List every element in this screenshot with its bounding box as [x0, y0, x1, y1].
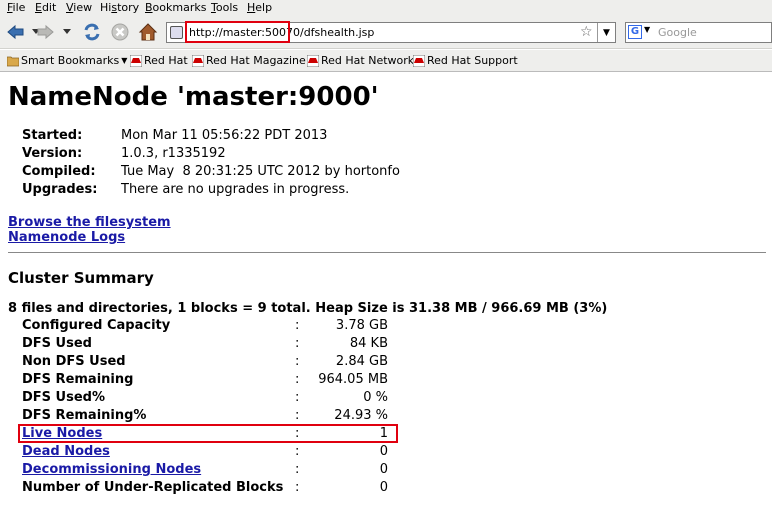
summary-label: Non DFS Used [22, 354, 126, 369]
page-title: NameNode 'master:9000' [8, 82, 379, 112]
info-value: Mon Mar 11 05:56:22 PDT 2013 [121, 128, 328, 143]
summary-value: 84 KB [349, 336, 388, 351]
home-icon [138, 23, 158, 41]
bookmark-red-hat-network[interactable]: Red Hat Network [307, 54, 414, 67]
forward-history-dropdown[interactable] [60, 21, 74, 43]
summary-row-configured-capacity: Configured Capacity: 3.78 GB [22, 318, 402, 336]
bookmark-star-icon[interactable]: ☆ [580, 24, 593, 40]
separator: : [295, 318, 300, 333]
info-key: Compiled: [22, 164, 96, 179]
red-hat-icon [192, 54, 204, 67]
forward-arrow-icon [37, 24, 54, 40]
separator: : [295, 336, 300, 351]
info-value: There are no upgrades in progress. [121, 182, 350, 197]
separator: : [295, 462, 300, 477]
red-hat-icon [413, 54, 425, 67]
bookmark-red-hat-support[interactable]: Red Hat Support [413, 54, 518, 67]
menu-help[interactable]: Help [247, 1, 272, 14]
info-value: Tue May 8 20:31:25 UTC 2012 by hortonfo [121, 164, 400, 179]
separator: : [295, 372, 300, 387]
chevron-down-icon [63, 29, 71, 34]
forward-button[interactable] [34, 21, 56, 43]
summary-row-number-of-under-replicated-blocks: Number of Under-Replicated Blocks: 0 [22, 480, 402, 498]
page-content: NameNode 'master:9000' Started: Mon Mar … [0, 73, 772, 514]
live-nodes-highlight [18, 424, 398, 443]
namenode-logs-link[interactable]: Namenode Logs [8, 230, 125, 245]
cluster-summary-heading: Cluster Summary [8, 269, 154, 287]
reload-button[interactable] [80, 21, 104, 43]
home-button[interactable] [136, 21, 160, 43]
chevron-down-icon: ▼ [121, 56, 128, 65]
info-value: 1.0.3, r1335192 [121, 146, 226, 161]
page-identity-icon[interactable] [170, 26, 183, 39]
summary-row-non-dfs-used: Non DFS Used: 2.84 GB [22, 354, 402, 372]
summary-link[interactable]: Dead Nodes [22, 444, 110, 459]
back-button[interactable] [4, 21, 28, 43]
search-input[interactable]: Google [658, 26, 697, 39]
red-hat-icon [130, 54, 142, 67]
address-dropdown-button[interactable]: ▼ [597, 23, 615, 42]
reload-icon [84, 23, 100, 41]
separator: : [295, 354, 300, 369]
bookmark-red-hat-magazine[interactable]: Red Hat Magazine [192, 54, 306, 67]
summary-label: DFS Used% [22, 390, 106, 405]
summary-value: 2.84 GB [335, 354, 388, 369]
summary-value: 0 [379, 480, 388, 495]
summary-value: 0 [379, 444, 388, 459]
summary-label: Configured Capacity [22, 318, 171, 333]
menu-edit[interactable]: Edit [35, 1, 56, 14]
chevron-down-icon[interactable]: ▼ [644, 25, 650, 34]
separator: : [295, 444, 300, 459]
summary-row-dead-nodes: Dead Nodes: 0 [22, 444, 402, 462]
summary-label: DFS Remaining% [22, 408, 147, 423]
stop-icon [111, 23, 129, 41]
url-port-highlight [185, 21, 290, 43]
bookmark-label: Red Hat [144, 54, 188, 67]
red-hat-icon [307, 54, 319, 67]
menu-view[interactable]: View [66, 1, 92, 14]
separator: : [295, 480, 300, 495]
summary-link[interactable]: Decommissioning Nodes [22, 462, 201, 477]
summary-value: 24.93 % [334, 408, 388, 423]
summary-value: 0 [379, 462, 388, 477]
summary-value: 0 % [363, 390, 388, 405]
summary-label: Number of Under-Replicated Blocks [22, 480, 284, 495]
menu-tools[interactable]: Tools [211, 1, 238, 14]
summary-value: 3.78 GB [335, 318, 388, 333]
info-key: Version: [22, 146, 83, 161]
search-box[interactable]: G ▼ Google [625, 22, 772, 43]
summary-row-dfs-used: DFS Used%: 0 % [22, 390, 402, 408]
menu-bookmarks[interactable]: Bookmarks [145, 1, 206, 14]
separator: : [295, 390, 300, 405]
menu-bar: File Edit View History Bookmarks Tools H… [0, 0, 772, 16]
google-icon[interactable]: G [628, 25, 642, 39]
divider [8, 252, 766, 253]
bookmarks-toolbar: Smart Bookmarks ▼ Red Hat Red Hat Magazi… [0, 50, 772, 72]
menu-file[interactable]: File [7, 1, 25, 14]
stop-button[interactable] [108, 21, 132, 43]
summary-row-dfs-used: DFS Used: 84 KB [22, 336, 402, 354]
summary-label: DFS Remaining [22, 372, 134, 387]
info-key: Upgrades: [22, 182, 98, 197]
folder-icon [7, 56, 19, 66]
summary-row-dfs-remaining: DFS Remaining: 964.05 MB [22, 372, 402, 390]
info-key: Started: [22, 128, 83, 143]
bookmark-label: Red Hat Magazine [206, 54, 306, 67]
bookmark-label: Red Hat Network [321, 54, 415, 67]
bookmark-red-hat[interactable]: Red Hat [130, 54, 188, 67]
back-arrow-icon [7, 24, 24, 40]
summary-label: DFS Used [22, 336, 92, 351]
separator: : [295, 408, 300, 423]
bookmark-smart-bookmarks[interactable]: Smart Bookmarks ▼ [7, 54, 127, 67]
bookmark-label: Smart Bookmarks [21, 54, 120, 67]
menu-history[interactable]: History [100, 1, 139, 14]
summary-row-decommissioning-nodes: Decommissioning Nodes: 0 [22, 462, 402, 480]
summary-value: 964.05 MB [318, 372, 388, 387]
summary-line: 8 files and directories, 1 blocks = 9 to… [8, 301, 608, 316]
bookmark-label: Red Hat Support [427, 54, 518, 67]
browse-filesystem-link[interactable]: Browse the filesystem [8, 215, 171, 230]
